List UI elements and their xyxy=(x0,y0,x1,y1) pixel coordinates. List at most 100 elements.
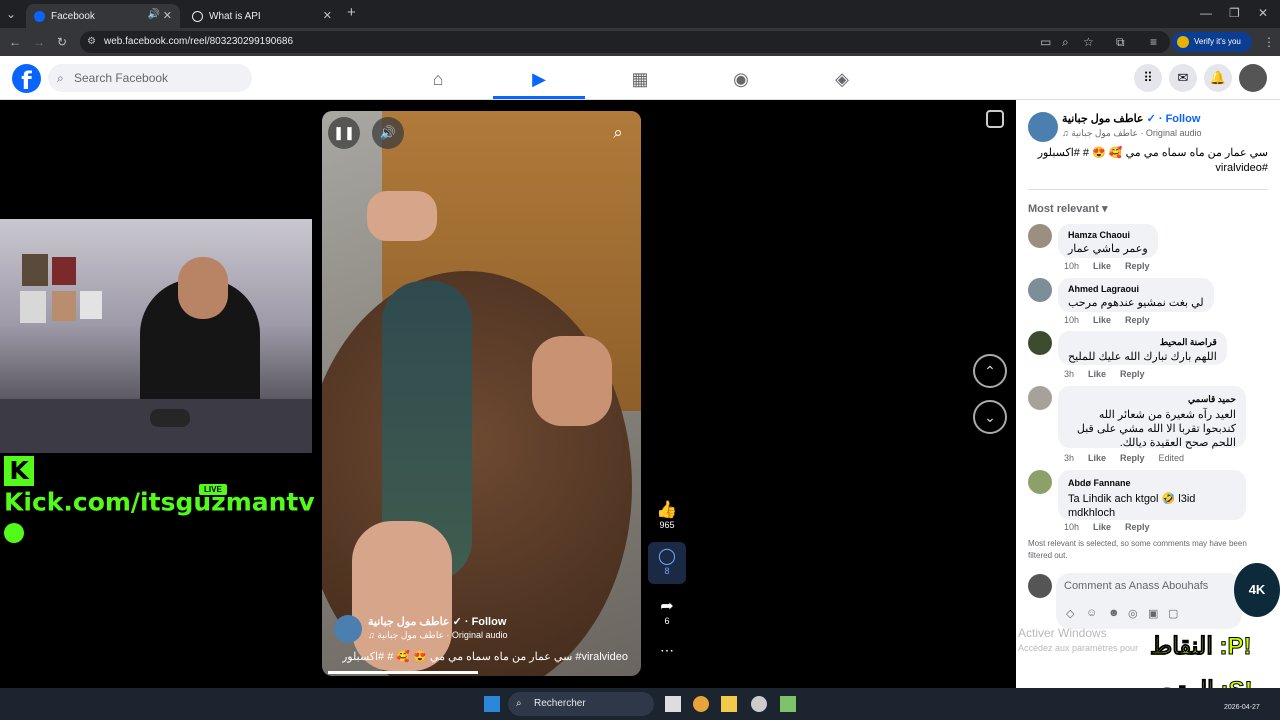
next-reel-button[interactable]: ⌄ xyxy=(973,400,1007,434)
back-icon[interactable]: ← xyxy=(9,35,21,49)
commenter-name[interactable]: قراصنة المحيط xyxy=(1068,337,1217,348)
marketplace-icon[interactable]: ▦ xyxy=(594,64,686,96)
comment-time[interactable]: 10h xyxy=(1064,261,1079,271)
sort-dropdown[interactable]: Most relevant ▾ xyxy=(1028,202,1108,215)
reply-comment-button[interactable]: Reply xyxy=(1125,522,1150,532)
reload-icon[interactable]: ↻ xyxy=(57,35,67,49)
reel-follow-button[interactable]: Follow xyxy=(472,616,507,628)
collapse-panel-icon[interactable] xyxy=(986,110,1004,128)
groups-icon[interactable]: ◉ xyxy=(695,64,787,96)
more-options-icon[interactable]: ⋯ xyxy=(648,642,686,659)
commenter-avatar[interactable] xyxy=(1028,224,1052,248)
tab-facebook[interactable]: Facebook 🔊 ✕ xyxy=(26,4,180,28)
commenter-name[interactable]: حميد قاسمي xyxy=(1068,392,1236,406)
close-tab-icon[interactable]: ✕ xyxy=(323,9,332,22)
commenter-avatar[interactable] xyxy=(1028,470,1052,494)
forward-icon[interactable]: → xyxy=(33,35,45,49)
reel-video[interactable]: ❚❚ 🔊 ⌕ عاطف مول جبانية ✓ · Follow ♫ عاطف… xyxy=(322,111,641,676)
site-info-icon[interactable]: ⚙ xyxy=(87,31,96,53)
menu-grid-icon[interactable]: ⠿ xyxy=(1134,64,1162,92)
home-icon[interactable]: ⌂ xyxy=(392,64,484,96)
sticker-pack-icon[interactable]: ▢ xyxy=(1168,607,1178,620)
commenter-name[interactable]: Ahmed Lagraoui xyxy=(1068,284,1204,294)
windows-start-icon[interactable] xyxy=(484,696,500,712)
reply-comment-button[interactable]: Reply xyxy=(1125,261,1150,271)
gaming-icon[interactable]: ◈ xyxy=(796,64,888,96)
tab-audio-icon[interactable]: 🔊 xyxy=(148,9,160,20)
my-avatar[interactable] xyxy=(1028,574,1052,598)
avatar-sticker-icon[interactable]: ☺ xyxy=(1086,607,1097,619)
file-explorer-icon[interactable] xyxy=(721,696,737,712)
browser-menu-icon[interactable]: ⋮ xyxy=(1263,35,1275,49)
address-bar[interactable]: ⚙ web.facebook.com/reel/803230299190686 xyxy=(80,31,1170,53)
verify-profile-button[interactable]: Verify it's you xyxy=(1172,32,1252,52)
reply-comment-button[interactable]: Reply xyxy=(1120,369,1145,379)
post-author-avatar[interactable] xyxy=(1028,112,1058,142)
restore-icon[interactable]: ❐ xyxy=(1229,6,1240,20)
bookmark-star-icon[interactable]: ☆ xyxy=(1083,35,1094,49)
camera-icon[interactable]: ◎ xyxy=(1128,607,1138,620)
task-view-icon[interactable] xyxy=(665,696,681,712)
close-window-icon[interactable]: ✕ xyxy=(1258,6,1268,20)
reels-icon[interactable]: ▶ xyxy=(493,64,585,99)
post-follow-button[interactable]: Follow xyxy=(1166,113,1201,125)
comment-input[interactable]: Comment as Anass Abouhafs ◇ ☺ ☻ ◎ ▣ ▢ xyxy=(1056,573,1242,629)
comment-action[interactable]: ◯ 8 xyxy=(648,542,686,584)
caret-down-icon: ▾ xyxy=(1101,203,1108,215)
like-comment-button[interactable]: Like xyxy=(1093,261,1111,271)
search-icon[interactable]: ⌕ xyxy=(602,117,634,149)
pause-icon[interactable]: ❚❚ xyxy=(328,117,360,149)
install-app-icon[interactable]: ▭ xyxy=(1040,35,1051,49)
facebook-logo[interactable]: f xyxy=(12,64,41,95)
like-comment-button[interactable]: Like xyxy=(1088,369,1106,379)
taskbar-date: 2026-04-27 xyxy=(1224,704,1260,711)
share-action[interactable]: ➦ 6 xyxy=(648,596,686,626)
commenter-name[interactable]: Hamza Chaoui xyxy=(1068,230,1148,240)
comment-bubble: حميد قاسمي العيد رآه شعيرة من شعائر الله… xyxy=(1058,386,1246,449)
comment-time[interactable]: 10h xyxy=(1064,522,1079,532)
commenter-avatar[interactable] xyxy=(1028,386,1052,410)
chrome-icon[interactable] xyxy=(693,696,709,712)
like-action[interactable]: 👍 965 xyxy=(648,500,686,530)
messenger-icon[interactable]: ✉ xyxy=(1169,64,1197,92)
like-comment-button[interactable]: Like xyxy=(1093,522,1111,532)
reply-comment-button[interactable]: Reply xyxy=(1125,315,1150,325)
comment-count: 8 xyxy=(664,566,670,576)
tab-what-is-api[interactable]: What is API ✕ xyxy=(184,4,340,28)
tab-list-icon[interactable]: ⌄ xyxy=(6,7,16,21)
reel-audio[interactable]: ♫ عاطف مول جبانية · Original audio xyxy=(368,630,507,641)
comment-time[interactable]: 3h xyxy=(1064,453,1074,463)
search-input[interactable]: ⌕ Search Facebook xyxy=(48,64,252,92)
post-author-name[interactable]: عاطف مول جبانية xyxy=(1062,113,1144,125)
new-tab-icon[interactable]: + xyxy=(347,5,356,20)
close-tab-icon[interactable]: ✕ xyxy=(163,9,172,22)
volume-icon[interactable]: 🔊 xyxy=(372,117,404,149)
reply-comment-button[interactable]: Reply xyxy=(1120,453,1145,463)
commenter-avatar[interactable] xyxy=(1028,331,1052,355)
reading-list-icon[interactable]: ≡ xyxy=(1150,35,1157,49)
account-avatar[interactable] xyxy=(1239,64,1267,92)
app-icon[interactable] xyxy=(780,696,796,712)
post-audio[interactable]: ♫ عاطف مول جبانية · Original audio xyxy=(1062,128,1201,139)
gif-icon[interactable]: ▣ xyxy=(1148,607,1158,620)
emoji-icon[interactable]: ☻ xyxy=(1108,607,1120,619)
author-avatar[interactable] xyxy=(334,615,362,643)
extensions-icon[interactable]: ⧉ xyxy=(1116,35,1125,49)
search-icon: ⌕ xyxy=(516,698,522,709)
commenter-name[interactable]: Abdø Fannane xyxy=(1068,476,1236,490)
reel-progress-bar[interactable] xyxy=(328,671,478,674)
zoom-icon[interactable]: ⌕ xyxy=(1062,35,1069,49)
taskbar-search[interactable]: ⌕ Rechercher xyxy=(508,692,654,716)
comment-time[interactable]: 10h xyxy=(1064,315,1079,325)
comment-time[interactable]: 3h xyxy=(1064,369,1074,379)
sticker-icon[interactable]: ◇ xyxy=(1066,607,1074,620)
commenter-avatar[interactable] xyxy=(1028,278,1052,302)
reel-author-name[interactable]: عاطف مول جبانية xyxy=(368,616,450,628)
like-comment-button[interactable]: Like xyxy=(1093,315,1111,325)
like-comment-button[interactable]: Like xyxy=(1088,453,1106,463)
obs-icon[interactable] xyxy=(751,696,767,712)
notifications-icon[interactable]: 🔔 xyxy=(1204,64,1232,92)
previous-reel-button[interactable]: ⌃ xyxy=(973,354,1007,388)
search-placeholder: Search Facebook xyxy=(74,71,169,85)
minimize-icon[interactable]: — xyxy=(1200,6,1212,20)
